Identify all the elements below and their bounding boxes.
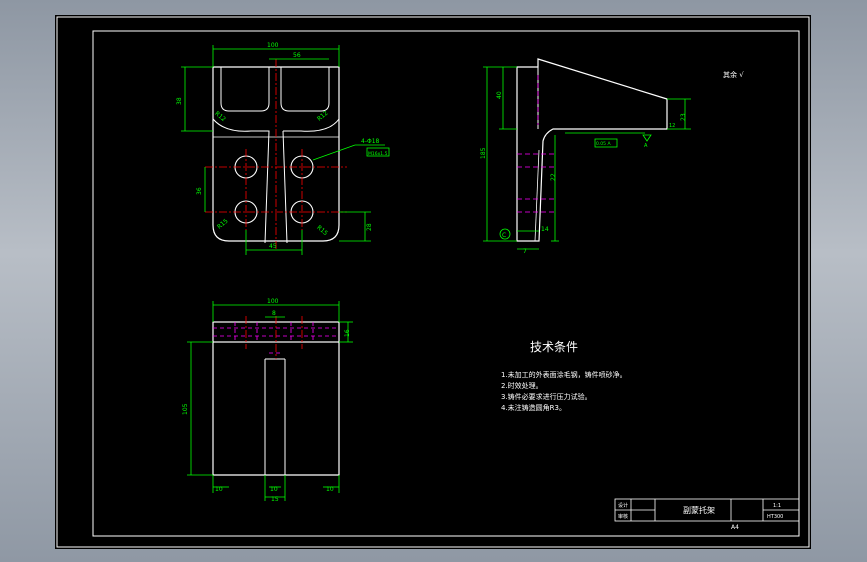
title-designer-label: 设计	[618, 502, 628, 509]
side-view[interactable]: 40 185 22 23 14 7 12 0.05 A A C 其余 √	[480, 58, 744, 255]
side-view-taper-line	[534, 149, 540, 242]
front-dim-height-left: 38	[176, 97, 183, 105]
side-dim-mid: 22	[550, 173, 557, 181]
side-dim-height: 185	[480, 147, 487, 159]
side-dim-right-inner: 12	[669, 123, 675, 129]
bottom-view-body	[212, 342, 340, 476]
bottom-view[interactable]: 100 8 16 105 10 10 10 15	[182, 298, 353, 503]
front-dim-bottom: 45	[269, 243, 277, 250]
tech-item-3: 3.铸件必要求进行压力试验。	[501, 392, 592, 401]
bottom-dim-rib: 15	[271, 496, 279, 503]
drawing-sheet[interactable]: 100 56 38 36 45 28 4-Φ18 M16x1.5 R12 R12…	[55, 15, 811, 549]
side-dim-top: 40	[496, 91, 503, 99]
bottom-dim-height: 105	[182, 403, 189, 415]
bottom-view-dimensions	[187, 301, 353, 501]
side-surface-note: 0.05 A	[596, 141, 611, 147]
roughness-note: 其余 √	[723, 70, 744, 79]
front-fillet-bl: R15	[216, 218, 230, 231]
side-dim-bottom-b: 7	[523, 248, 527, 255]
bottom-dim-foot-m: 10	[270, 486, 278, 493]
side-view-dimensions	[483, 66, 691, 250]
front-view-left-pocket	[220, 67, 270, 112]
front-dim-right-low: 28	[366, 223, 373, 231]
title-block[interactable]: 设计 审核 副蒙托架 1:1 HT300 A4	[614, 498, 800, 531]
title-drawing-no: HT300	[767, 514, 783, 520]
front-view-dimensions	[181, 45, 390, 255]
tech-item-4: 4.未注铸造圆角R3。	[501, 403, 566, 412]
title-scale: 1:1	[773, 503, 781, 509]
bottom-dim-side: 16	[344, 329, 351, 337]
side-view-hidden-lines	[517, 75, 555, 213]
tech-item-2: 2.时效处理。	[501, 381, 543, 390]
tech-title: 技术条件	[530, 340, 578, 354]
front-fillet-br: R15	[315, 224, 329, 237]
sheet-inner-border	[92, 30, 800, 537]
side-datum-label: A	[644, 143, 648, 149]
front-hole-note: M16x1.5	[368, 151, 388, 157]
front-hole-callout: 4-Φ18	[361, 138, 380, 145]
bottom-dim-foot-r: 10	[326, 486, 334, 493]
side-dim-right: 23	[680, 113, 687, 121]
title-part-name: 副蒙托架	[683, 505, 715, 515]
bottom-dim-width: 100	[267, 298, 279, 305]
front-view[interactable]: 100 56 38 36 45 28 4-Φ18 M16x1.5 R12 R12…	[176, 42, 390, 255]
front-view-right-pocket	[280, 67, 330, 112]
title-checker-label: 审核	[618, 513, 628, 520]
bottom-dim-foot-l: 10	[215, 486, 223, 493]
front-dim-width: 100	[267, 42, 279, 49]
bottom-dim-center: 8	[272, 310, 276, 317]
side-view-outline	[516, 58, 668, 242]
sheet-outer-border	[56, 16, 810, 548]
front-dim-hole-spacing: 36	[196, 187, 203, 195]
tech-requirements: 技术条件 1.未加工的外表面涂毛钢，铸件喷砂净。 2.时效处理。 3.铸件必要求…	[501, 340, 627, 412]
cad-drawing[interactable]: 100 56 38 36 45 28 4-Φ18 M16x1.5 R12 R12…	[55, 15, 811, 549]
title-sheet-size: A4	[731, 524, 739, 531]
tech-item-1: 1.未加工的外表面涂毛钢，铸件喷砂净。	[501, 370, 627, 379]
side-section-mark: C	[502, 232, 506, 239]
front-dim-top-inner: 56	[293, 52, 301, 59]
front-fillet-tr: R12	[316, 110, 330, 123]
side-dim-bottom-a: 14	[541, 226, 549, 233]
